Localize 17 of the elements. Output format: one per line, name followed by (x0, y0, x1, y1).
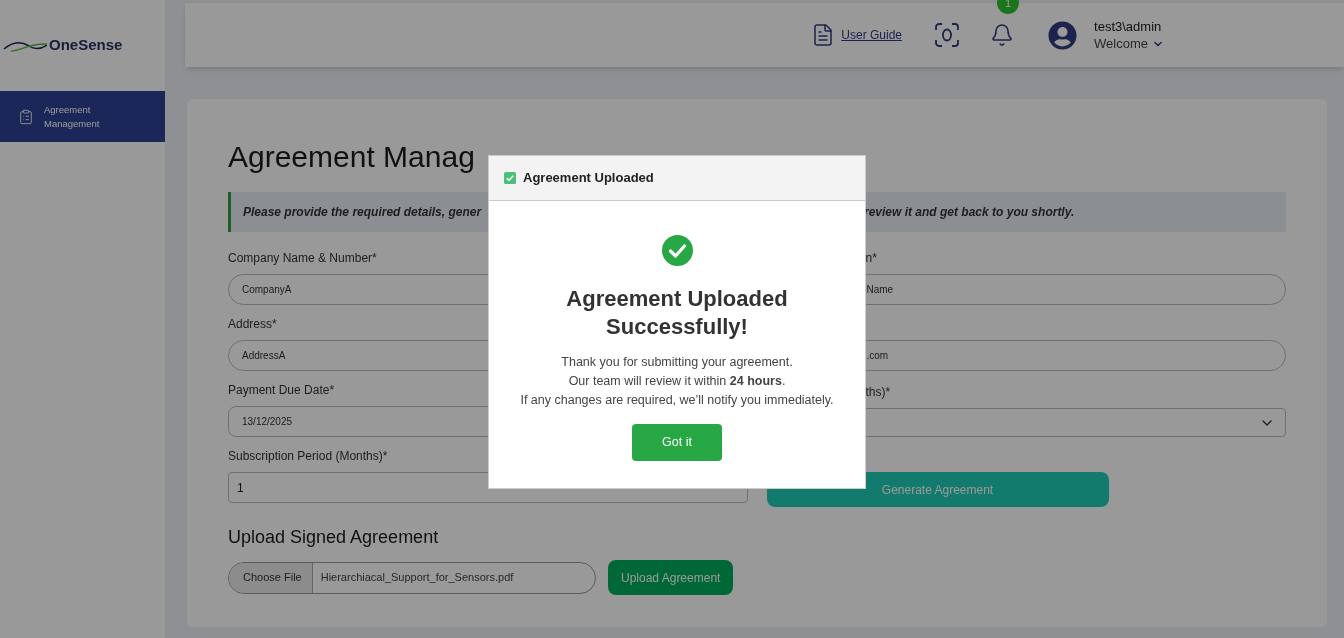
section-title: Upload Signed Agreement (228, 526, 440, 549)
field-label: ths)* (865, 383, 891, 401)
field-label: Company Name & Number* (228, 249, 377, 267)
dialog-message: If any changes are required, we’ll notify you immediately. (520, 392, 834, 409)
field-label: Payment Due Date* (228, 381, 335, 399)
file-name: Hierarchiacal_Support_for_Sensors.pdf (319, 570, 514, 586)
welcome-text: Welcome (1094, 35, 1148, 52)
field-label: n* (865, 249, 877, 267)
logo-text: OneSense (49, 35, 123, 56)
notice-text: Please provide the required details, gener (242, 204, 483, 221)
dialog-message: Our team will review it within 24 hours. (568, 373, 786, 390)
dialog-title: Agreement Uploaded (523, 169, 654, 188)
page-title: Agreement Manag (228, 139, 476, 175)
notification-badge: 1 (997, 0, 1020, 14)
field-label: Address* (228, 315, 277, 333)
field-label: Subscription Period (Months)* (228, 447, 388, 465)
user-name: test3\admin (1094, 18, 1163, 35)
